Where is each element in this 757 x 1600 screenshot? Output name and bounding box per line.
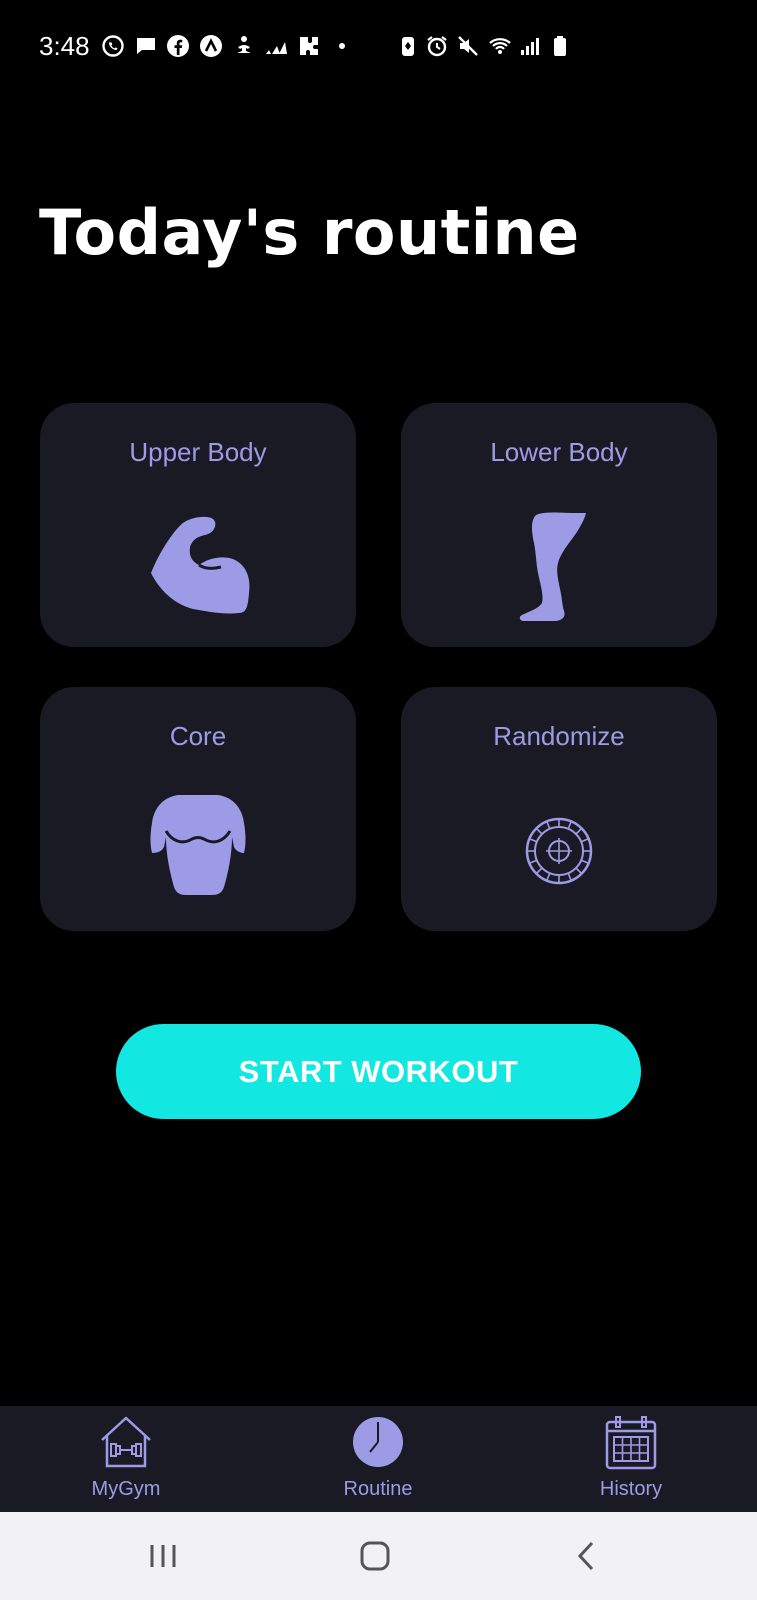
- battery-saver-icon: [396, 34, 420, 58]
- facebook-icon: [166, 34, 190, 58]
- nav-label-history: History: [599, 1478, 663, 1500]
- status-bar: 3:48: [0, 0, 757, 92]
- randomize-label: Randomize: [493, 721, 625, 751]
- status-time: 3:48: [39, 31, 90, 61]
- upper-body-card[interactable]: Upper Body: [40, 403, 356, 647]
- recent-apps-icon[interactable]: [139, 1532, 187, 1580]
- dot-icon: [330, 34, 354, 58]
- app-a-icon: [199, 34, 223, 58]
- nav-item-routine[interactable]: Routine: [278, 1406, 478, 1512]
- message-icon: [134, 34, 158, 58]
- randomize-card[interactable]: Randomize: [401, 687, 717, 931]
- upper-body-label: Upper Body: [129, 437, 267, 467]
- nav-label-routine: Routine: [343, 1478, 413, 1500]
- bottom-navigation: MyGym Routine History: [0, 1406, 757, 1512]
- page-title: Today's routine: [39, 196, 580, 269]
- battery-icon: [548, 34, 572, 58]
- torso-icon: [148, 793, 248, 897]
- nav-label-mygym: MyGym: [91, 1478, 161, 1500]
- adidas-icon: [264, 34, 288, 58]
- mute-icon: [456, 34, 480, 58]
- alarm-icon: [425, 34, 449, 58]
- lower-body-card[interactable]: Lower Body: [401, 403, 717, 647]
- gym-house-icon: [98, 1414, 154, 1470]
- leg-icon: [514, 507, 604, 625]
- back-icon[interactable]: [563, 1532, 611, 1580]
- system-navigation-bar: [0, 1512, 757, 1600]
- lower-body-label: Lower Body: [490, 437, 628, 467]
- whatsapp-icon: [101, 34, 125, 58]
- start-workout-button[interactable]: START WORKOUT: [116, 1024, 641, 1119]
- nav-item-mygym[interactable]: MyGym: [26, 1406, 226, 1512]
- core-card[interactable]: Core: [40, 687, 356, 931]
- flexed-bicep-icon: [143, 509, 253, 619]
- nav-item-history[interactable]: History: [531, 1406, 731, 1512]
- signal-icon: [518, 34, 542, 58]
- wifi-icon: [488, 34, 512, 58]
- meditation-icon: [232, 34, 256, 58]
- puzzle-icon: [297, 34, 321, 58]
- home-icon[interactable]: [351, 1532, 399, 1580]
- core-label: Core: [169, 721, 227, 751]
- calendar-icon: [604, 1414, 658, 1470]
- clock-icon: [352, 1416, 404, 1468]
- roulette-wheel-icon: [524, 816, 594, 886]
